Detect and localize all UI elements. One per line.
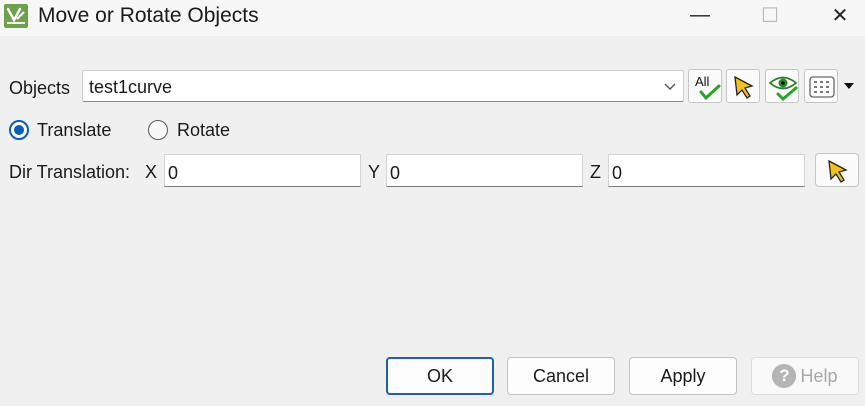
list-options-dropdown[interactable] xyxy=(839,69,859,103)
pick-objects-button[interactable] xyxy=(726,69,760,103)
title-bar: Move or Rotate Objects — ☐ ✕ xyxy=(0,0,865,36)
z-field[interactable] xyxy=(608,154,805,187)
translate-radio-label[interactable]: Translate xyxy=(37,119,111,141)
objects-combobox-value: test1curve xyxy=(89,77,173,97)
cursor-pick-icon xyxy=(734,75,754,99)
eye-check-icon xyxy=(768,76,798,102)
chevron-down-icon xyxy=(664,83,676,90)
minimize-button[interactable]: — xyxy=(680,0,720,30)
objects-combobox[interactable]: test1curve xyxy=(82,70,684,102)
close-button[interactable]: ✕ xyxy=(820,0,860,30)
dir-translation-label: Dir Translation: xyxy=(9,162,131,182)
rotate-radio-label[interactable]: Rotate xyxy=(177,119,230,141)
table-list-icon xyxy=(809,76,835,98)
z-label: Z xyxy=(590,162,601,182)
y-field[interactable] xyxy=(386,154,583,187)
rotate-radio[interactable] xyxy=(148,120,168,140)
objects-label: Objects xyxy=(9,78,71,98)
visible-objects-button[interactable] xyxy=(765,69,799,103)
app-icon xyxy=(4,4,28,28)
select-all-text: All xyxy=(695,74,710,89)
x-label: X xyxy=(145,162,158,182)
translate-radio[interactable] xyxy=(9,120,29,140)
help-icon: ? xyxy=(772,364,797,388)
help-button-label: Help xyxy=(800,365,838,386)
maximize-button[interactable]: ☐ xyxy=(750,0,790,30)
pick-direction-button[interactable] xyxy=(815,153,859,187)
caret-down-icon xyxy=(844,83,854,89)
y-input[interactable] xyxy=(387,155,582,186)
x-input[interactable] xyxy=(165,155,360,186)
help-button[interactable]: ? Help xyxy=(751,357,859,395)
cancel-button[interactable]: Cancel xyxy=(507,357,615,395)
list-objects-button[interactable] xyxy=(804,69,838,103)
z-input[interactable] xyxy=(609,155,804,186)
ok-button[interactable]: OK xyxy=(386,357,494,395)
cursor-pick-icon xyxy=(828,159,848,183)
dialog-content: Objects test1curve All Translate Rotate … xyxy=(0,36,865,406)
y-label: Y xyxy=(368,162,381,182)
x-field[interactable] xyxy=(164,154,361,187)
select-all-button[interactable]: All xyxy=(688,69,722,103)
window-title: Move or Rotate Objects xyxy=(38,4,259,27)
apply-button[interactable]: Apply xyxy=(629,357,737,395)
